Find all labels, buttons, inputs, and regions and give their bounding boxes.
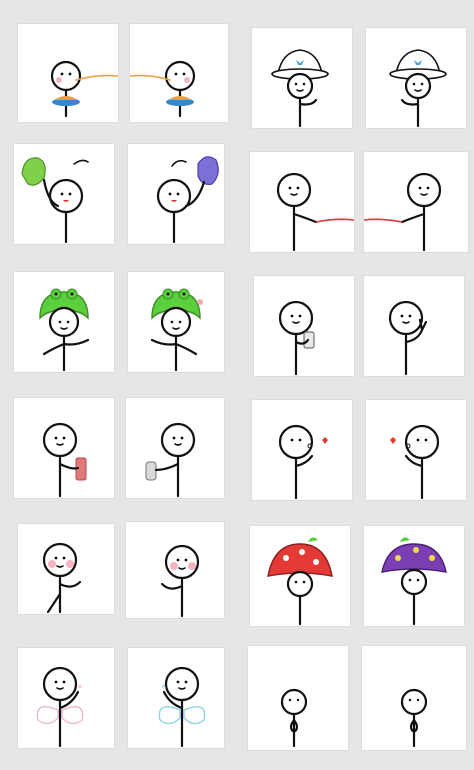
sticker-shy-right[interactable]: [362, 646, 466, 750]
sticker-shy-left[interactable]: [248, 646, 348, 750]
stick-figure-bucket-hat-left-icon: [271, 49, 329, 128]
sticker-noodles-left[interactable]: [18, 24, 118, 122]
sticker-phone[interactable]: [254, 276, 354, 376]
sticker-blush-right[interactable]: [126, 522, 224, 618]
stick-figure-frog-hat-right-icon: [150, 288, 203, 372]
stick-figure-kiss-right-icon: [390, 424, 440, 500]
sticker-purple-puppet[interactable]: [128, 144, 224, 244]
stick-figure-red-string-right-icon: [364, 172, 442, 252]
stick-figure-peace-sign-icon: [388, 300, 428, 376]
stick-figure-shy-right-icon: [400, 688, 428, 748]
stick-figure-blue-fairy-wings-icon: [158, 666, 206, 748]
stick-figure-eating-noodles-left-icon: [50, 60, 118, 118]
stick-figure-blush-right-icon: [160, 544, 200, 618]
sticker-pastry[interactable]: [126, 398, 224, 498]
stick-figure-red-mushroom-hat-icon: [267, 537, 333, 626]
stick-figure-purple-mushroom-hat-icon: [381, 537, 447, 626]
stick-figure-phone-icon: [278, 300, 315, 376]
sticker-red-string-right[interactable]: [364, 152, 468, 252]
sticker-peace-sign[interactable]: [364, 276, 464, 376]
sticker-kiss-left[interactable]: [252, 400, 352, 500]
sticker-bucket-hat-right[interactable]: [366, 28, 466, 128]
sticker-red-string-left[interactable]: [250, 152, 354, 252]
sticker-blue-fairy-wings[interactable]: [128, 648, 224, 748]
stick-figure-purple-puppet-icon: [156, 156, 219, 244]
stick-figure-eating-noodles-right-icon: [130, 60, 196, 118]
stick-figure-shy-left-icon: [280, 688, 308, 748]
stick-figure-kiss-left-icon: [278, 424, 328, 500]
stick-figure-bucket-hat-right-icon: [389, 49, 447, 128]
sticker-pink-fairy-wings[interactable]: [18, 648, 114, 748]
sticker-frog-hat-right[interactable]: [128, 272, 224, 372]
sticker-bucket-hat-left[interactable]: [252, 28, 352, 128]
stick-figure-pink-fairy-wings-icon: [36, 666, 84, 748]
sticker-red-mushroom-hat[interactable]: [250, 526, 350, 626]
sticker-green-puppet[interactable]: [14, 144, 114, 244]
sticker-noodles-right[interactable]: [130, 24, 228, 122]
sticker-red-phone[interactable]: [14, 398, 114, 498]
sticker-kiss-right[interactable]: [366, 400, 466, 500]
sticker-frog-hat-left[interactable]: [14, 272, 114, 372]
stick-figure-red-string-left-icon: [276, 172, 354, 252]
sticker-purple-mushroom-hat[interactable]: [364, 526, 464, 626]
stick-figure-pastry-icon: [145, 422, 196, 498]
stick-figure-frog-hat-left-icon: [39, 288, 90, 372]
stick-figure-blush-left-icon: [42, 542, 82, 614]
stick-figure-green-puppet-icon: [21, 157, 89, 244]
stick-figure-red-phone-icon: [42, 422, 87, 498]
sticker-blush-left[interactable]: [18, 524, 114, 614]
